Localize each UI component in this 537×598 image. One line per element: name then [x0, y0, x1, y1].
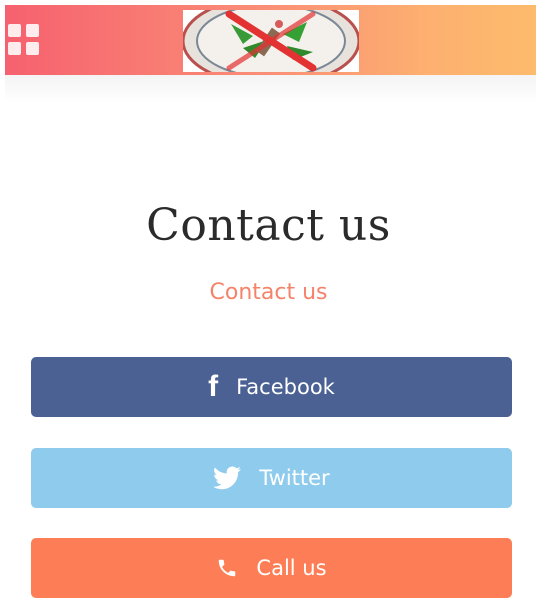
call-button[interactable]: Call us [31, 538, 512, 598]
facebook-button[interactable]: f Facebook [31, 357, 512, 417]
facebook-icon: f [208, 370, 219, 403]
header-shadow [5, 75, 536, 103]
twitter-button-label: Twitter [259, 466, 330, 490]
page-title: Contact us [146, 200, 391, 251]
call-button-label: Call us [256, 556, 327, 580]
grid-menu-icon[interactable] [8, 24, 40, 56]
facebook-button-label: Facebook [236, 375, 335, 399]
page-subtitle: Contact us [209, 280, 328, 305]
phone-icon [216, 557, 238, 579]
logo-icon[interactable] [183, 10, 359, 72]
header-bar [5, 5, 536, 75]
twitter-button[interactable]: Twitter [31, 448, 512, 508]
twitter-bird-icon [213, 466, 242, 490]
